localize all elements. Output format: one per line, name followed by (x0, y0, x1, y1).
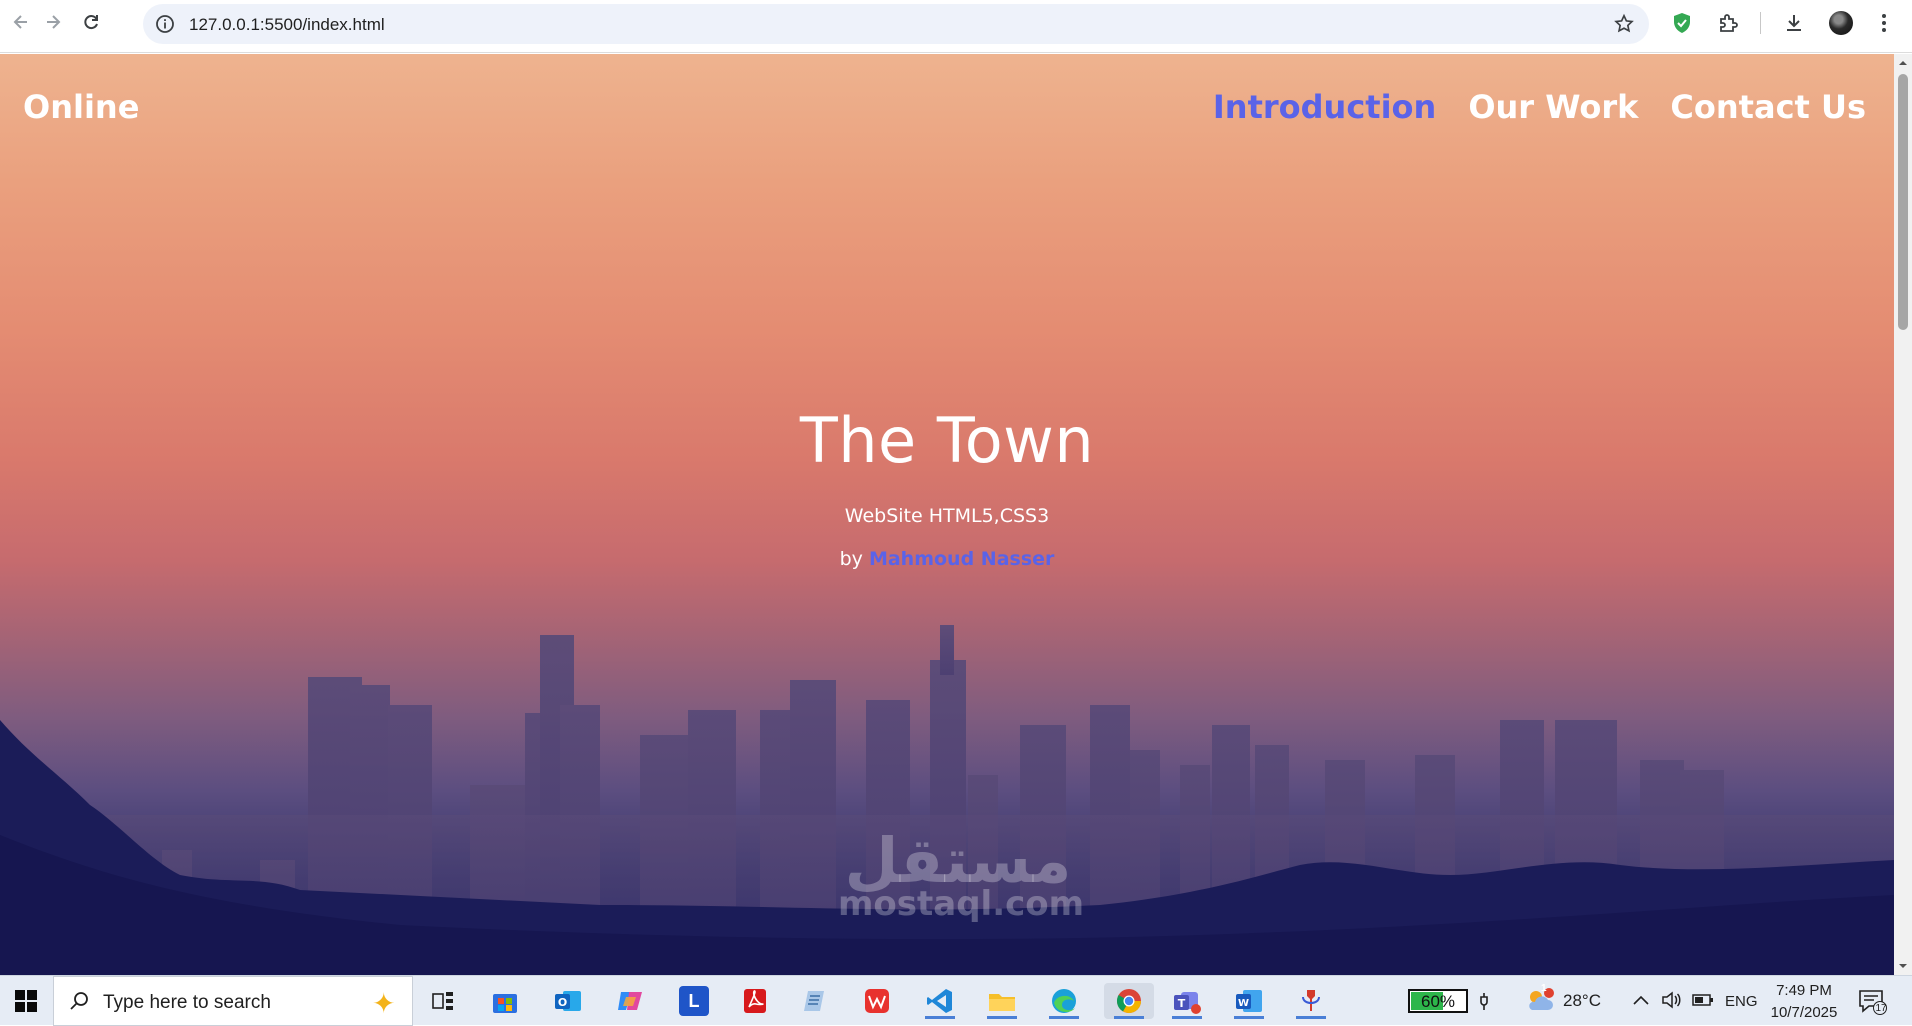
site-menu: Introduction Our Work Contact Us (1213, 88, 1866, 126)
battery-tray-icon[interactable] (1692, 992, 1714, 1008)
chevron-up-icon[interactable] (1632, 993, 1650, 1007)
copilot-sparkle-icon: ✦ (372, 988, 396, 1019)
forward-button[interactable] (40, 9, 66, 35)
nav-link-introduction[interactable]: Introduction (1213, 88, 1436, 126)
windows-taskbar: Type here to search ✦ O L T W 60% 1 28°C… (0, 975, 1912, 1026)
taskbar-chrome[interactable] (1104, 983, 1154, 1019)
system-clock[interactable]: 7:49 PM 10/7/2025 (1770, 980, 1838, 1024)
taskbar-edge[interactable] (1045, 983, 1083, 1019)
task-view-icon (432, 992, 453, 1010)
shield-extension-icon[interactable] (1670, 11, 1694, 35)
acrobat-icon (744, 989, 766, 1013)
watermark: مستقل mostaql.com (838, 824, 1085, 925)
taskbar-outlook[interactable]: O (549, 983, 587, 1019)
url-text[interactable]: 127.0.0.1:5500/index.html (189, 15, 385, 35)
address-bar[interactable]: 127.0.0.1:5500/index.html (143, 4, 1649, 44)
search-placeholder: Type here to search (103, 992, 271, 1013)
taskbar-l-app[interactable]: L (679, 986, 709, 1016)
svg-text:W: W (1238, 998, 1249, 1009)
taskbar-acrobat[interactable] (736, 983, 774, 1019)
taskbar-notepad[interactable] (797, 983, 835, 1019)
taskbar-teams[interactable]: T (1168, 983, 1206, 1019)
vscode-running-indicator (925, 1016, 955, 1019)
tool-running-indicator (1296, 1016, 1326, 1019)
taskbar-task-view[interactable] (424, 983, 462, 1019)
start-button[interactable] (0, 976, 52, 1026)
hero-title: The Town (799, 404, 1095, 477)
notification-count: 17 (1875, 1003, 1887, 1014)
copilot-icon (618, 992, 642, 1010)
language-indicator[interactable]: ENG (1725, 976, 1758, 1026)
watermark-latin: mostaql.com (838, 884, 1085, 924)
speaker-icon[interactable] (1660, 990, 1682, 1010)
hero-section: The Town WebSite HTML5,CSS3 by Mahmoud N… (0, 404, 1894, 570)
l-app-icon: L (688, 990, 700, 1011)
vertical-scrollbar[interactable] (1894, 54, 1912, 975)
taskbar-vscode[interactable] (921, 983, 959, 1019)
search-icon (70, 992, 88, 1010)
taskbar-file-explorer[interactable] (983, 983, 1021, 1019)
clock-time: 7:49 PM (1776, 982, 1832, 999)
vscode-icon (927, 989, 952, 1013)
hero-subtitle: WebSite HTML5,CSS3 (844, 505, 1050, 527)
browser-toolbar: 127.0.0.1:5500/index.html (0, 0, 1912, 53)
battery-indicator[interactable]: 60% (1408, 989, 1468, 1013)
download-icon[interactable] (1782, 11, 1806, 35)
teams-icon: T (1174, 992, 1201, 1014)
taskbar-search-box[interactable]: Type here to search ✦ (53, 976, 413, 1026)
svg-text:T: T (1178, 997, 1186, 1010)
wps-icon (865, 989, 889, 1013)
svg-text:O: O (558, 996, 567, 1009)
store-bag-icon (493, 994, 517, 1013)
byline-prefix: by (839, 548, 863, 570)
word-icon: W (1236, 990, 1262, 1012)
weather-temp[interactable]: 28°C (1563, 976, 1601, 1026)
reload-icon (84, 15, 98, 30)
scrollbar-thumb[interactable] (1898, 74, 1908, 330)
taskbar-wps[interactable] (858, 983, 896, 1019)
reload-button[interactable] (78, 9, 104, 35)
outlook-icon: O (555, 991, 581, 1011)
watermark-arabic: مستقل (844, 824, 1072, 897)
weather-cloud-icon[interactable] (1524, 986, 1556, 1016)
nav-link-our-work[interactable]: Our Work (1468, 88, 1638, 126)
taskbar-word[interactable]: W (1230, 983, 1268, 1019)
folder-icon (989, 994, 1015, 1011)
taskbar-tool[interactable] (1292, 983, 1330, 1019)
taskbar-copilot[interactable] (611, 983, 649, 1019)
bookmark-star-icon[interactable] (1613, 13, 1635, 35)
battery-percent: 60% (1420, 992, 1456, 1011)
scroll-up-arrow-icon[interactable] (1898, 58, 1908, 68)
edge-running-indicator (1049, 1016, 1079, 1019)
extensions-puzzle-icon[interactable] (1716, 11, 1740, 35)
chrome-icon (1116, 989, 1141, 1014)
site-navbar: Online Introduction Our Work Contact Us (0, 88, 1894, 132)
plug-icon (1480, 993, 1488, 1010)
forward-arrow-icon (47, 15, 61, 29)
windows-logo-icon (15, 990, 37, 1012)
menu-kebab-icon[interactable] (1872, 11, 1896, 35)
tool-icon (1302, 990, 1320, 1011)
taskbar-microsoft-store[interactable] (486, 983, 524, 1019)
teams-running-indicator (1172, 1016, 1202, 1019)
nav-link-contact-us[interactable]: Contact Us (1670, 88, 1866, 126)
weather-badge: 1 (1541, 983, 1547, 994)
chrome-running-indicator (1114, 1016, 1144, 1019)
clock-date: 10/7/2025 (1770, 1004, 1838, 1021)
hero-byline: by Mahmoud Nasser (0, 548, 1894, 570)
toolbar-divider (1760, 12, 1761, 34)
notepad-icon (804, 991, 824, 1011)
page-viewport: Online Introduction Our Work Contact Us … (0, 54, 1894, 975)
scroll-down-arrow-icon[interactable] (1898, 961, 1908, 971)
back-arrow-icon (13, 15, 27, 29)
explorer-running-indicator (987, 1016, 1017, 1019)
site-logo[interactable]: Online (23, 88, 139, 126)
profile-avatar[interactable] (1829, 11, 1853, 35)
word-running-indicator (1234, 1016, 1264, 1019)
author-link[interactable]: Mahmoud Nasser (869, 548, 1054, 570)
back-button[interactable] (8, 9, 34, 35)
site-info-icon[interactable] (155, 14, 175, 34)
edge-icon (1052, 989, 1076, 1013)
